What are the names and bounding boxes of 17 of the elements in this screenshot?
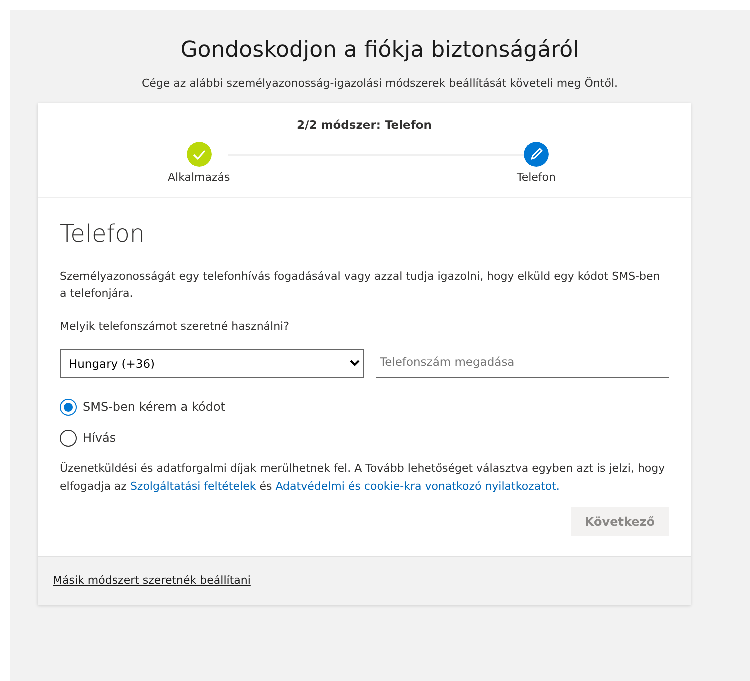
progress-label: 2/2 módszer: Telefon [296,116,433,134]
section-title: Telefon [60,220,146,248]
terms-link[interactable]: Szolgáltatási feltételek [130,480,256,493]
description: Személyazonosságát egy telefonhívás fogadásával vagy azzal tudja igazolni, hogy elküld egy kódot SMS-ben a telefonjára. [60,269,662,302]
question-label: Melyik telefonszámot szeretné használni? [60,318,290,335]
country-select[interactable]: Hungary (+36) [60,349,364,378]
step-label: Alkalmazás [168,170,230,186]
page-title: Gondoskodjon a fiókja biztonságáról [180,38,580,64]
radio-button[interactable] [60,430,77,447]
subtitle: Cége az alábbi személyazonosság-igazolási módszerek beállítását követeli meg Öntől. [140,76,620,92]
step-label: Telefon [516,170,556,186]
terms-link[interactable]: Adatvédelmi és cookie-kra vonatkozó nyilatkozatot. [276,480,560,493]
radio-label[interactable]: SMS-ben kérem a kódot [83,398,226,416]
radio-button[interactable] [60,398,77,416]
notice-text: Üzenetküldési és adatforgalmi díjak merülhetnek fel. A Tovább lehetőséget választva egyben azt is jelzi, hogy elfogadja az Szolgáltatási feltételek és Adatvédelmi és cookie-kra vonatkozó nyilatkozatot. [60,461,666,495]
other-method-link[interactable]: Másik módszert szeretnék beállítani [53,574,251,588]
radio-label[interactable]: Hívás [83,429,116,448]
